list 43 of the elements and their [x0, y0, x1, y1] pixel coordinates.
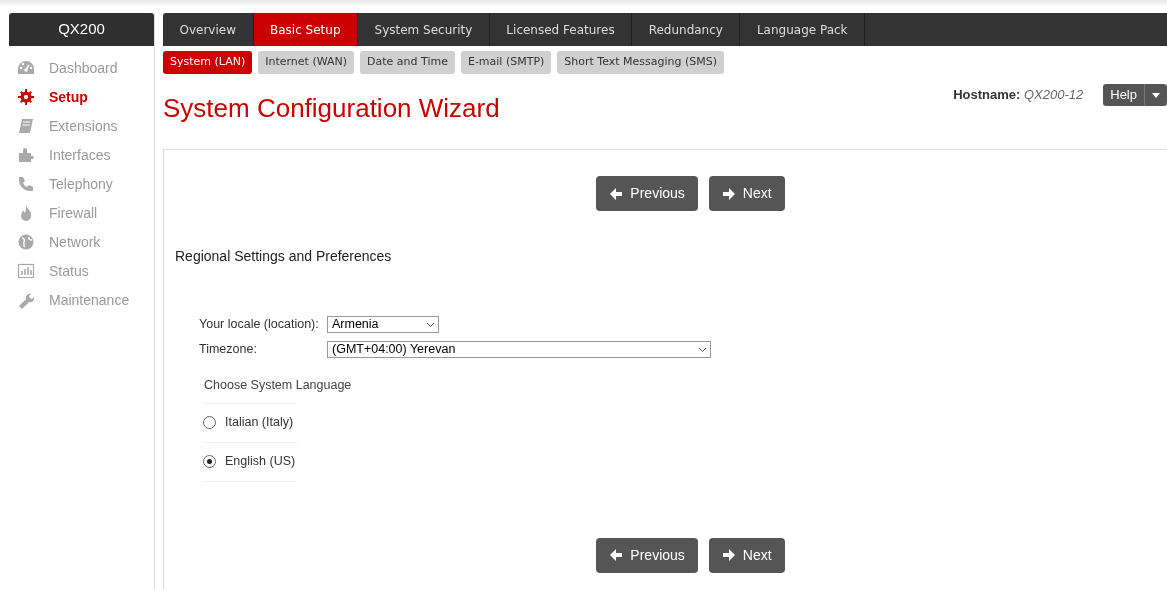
bar-chart-icon — [17, 262, 35, 280]
sub-tab[interactable]: E-mail (SMTP) — [460, 51, 552, 74]
hostname-text: Hostname: QX200-12 — [953, 86, 1084, 104]
arrow-right-icon — [721, 186, 736, 201]
page-title: System Configuration Wizard — [163, 93, 500, 125]
sub-tab[interactable]: Internet (WAN) — [258, 51, 355, 74]
field-label: Your locale (location): — [199, 316, 320, 334]
language-heading: Choose System Language — [204, 377, 352, 394]
arrow-left-icon — [609, 186, 624, 201]
arrow-left-icon — [609, 548, 624, 563]
previous-button[interactable]: Previous — [596, 176, 698, 211]
previous-button[interactable]: Previous — [596, 537, 698, 573]
nav-tab[interactable]: Licensed Features — [489, 13, 633, 46]
sub-tab[interactable]: Short Text Messaging (SMS) — [557, 51, 725, 74]
select-field[interactable]: Armenia — [327, 316, 439, 333]
arrow-right-icon — [721, 548, 736, 563]
wrench-icon — [17, 291, 35, 309]
nav-tab[interactable]: Redundancy — [632, 13, 741, 46]
next-button[interactable]: Next — [708, 537, 785, 573]
nav-tab[interactable]: Language Pack — [740, 13, 866, 46]
field-label: Timezone: — [199, 341, 258, 359]
next-button[interactable]: Next — [708, 176, 785, 211]
help-button[interactable]: Help — [1103, 84, 1167, 106]
globe-icon — [17, 233, 35, 251]
book-icon — [17, 117, 35, 135]
sub-tab[interactable]: Date and Time — [360, 51, 455, 74]
gauge-icon — [17, 59, 35, 77]
section-title: Regional Settings and Preferences — [175, 247, 393, 266]
radio-label[interactable]: Italian (Italy) — [225, 413, 294, 433]
radio-label[interactable]: English (US) — [225, 452, 296, 472]
sub-tab[interactable]: System (LAN) — [163, 51, 253, 74]
select-field[interactable]: (GMT+04:00) Yerevan — [327, 341, 711, 358]
phone-icon — [17, 175, 35, 193]
caret-icon — [1152, 92, 1160, 98]
nav-tab[interactable]: System Security — [358, 13, 490, 46]
sidebar-item[interactable]: Setup — [49, 86, 88, 108]
chevron-down-icon — [427, 322, 434, 327]
puzzle-icon — [17, 146, 35, 164]
chevron-down-icon — [699, 347, 706, 352]
gear-icon — [17, 88, 35, 106]
nav-tab[interactable]: Basic Setup — [253, 13, 358, 46]
nav-tab[interactable]: Overview — [163, 13, 254, 46]
brand-title: QX200 — [9, 13, 154, 46]
